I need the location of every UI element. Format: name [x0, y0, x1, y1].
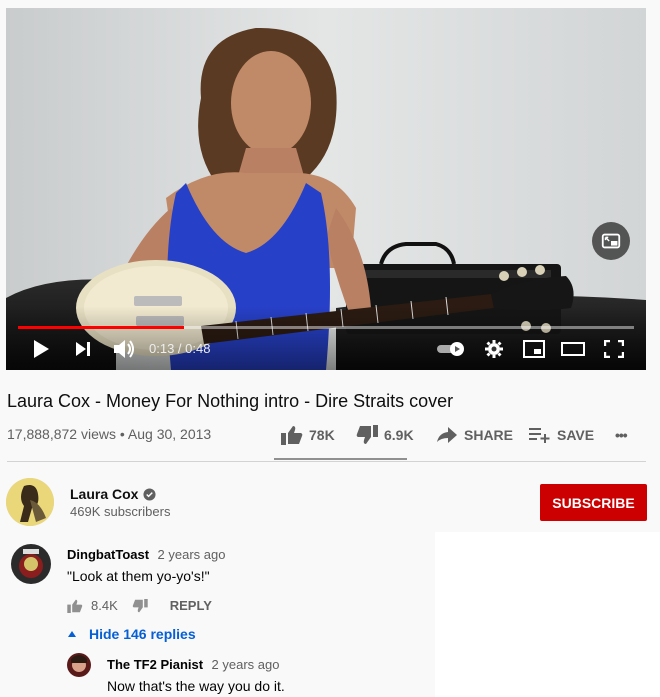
chevron-up-icon — [68, 631, 76, 637]
playlist-add-icon — [529, 428, 550, 443]
next-icon — [76, 342, 90, 356]
progress-bar[interactable] — [18, 326, 634, 329]
reply-timestamp[interactable]: 2 years ago — [212, 657, 280, 672]
volume-icon — [114, 340, 134, 358]
thumbs-down-icon — [356, 425, 378, 444]
dislike-button[interactable]: 6.9K — [356, 422, 414, 448]
comment-header: DingbatToast 2 years ago — [67, 546, 225, 564]
reply-avatar-image — [67, 653, 91, 677]
comment-text: "Look at them yo-yo's!" — [67, 568, 210, 584]
settings-button[interactable] — [479, 334, 509, 364]
video-title: Laura Cox - Money For Nothing intro - Di… — [7, 391, 454, 411]
thumbs-up-icon — [281, 426, 303, 445]
hide-replies-label: Hide 146 replies — [89, 626, 196, 642]
more-icon: ••• — [615, 427, 628, 443]
comment-dislike-button[interactable] — [132, 598, 148, 613]
channel-name: Laura Cox — [70, 486, 139, 502]
comment-like-count: 8.4K — [91, 598, 118, 613]
theater-mode-button[interactable] — [558, 334, 588, 364]
controls-gradient — [6, 306, 646, 370]
fullscreen-button[interactable] — [599, 334, 629, 364]
like-button[interactable]: 78K — [281, 422, 335, 448]
video-player[interactable]: 0:13 / 0:48 — [6, 8, 646, 370]
miniplayer-control-icon — [523, 340, 545, 358]
comment-actions: 8.4K REPLY — [67, 598, 212, 613]
time-display: 0:13 / 0:48 — [149, 341, 211, 356]
play-button[interactable] — [26, 334, 56, 364]
fullscreen-icon — [604, 340, 624, 358]
more-actions-button[interactable]: ••• — [615, 422, 628, 448]
comment-avatar-image — [11, 544, 51, 584]
upload-date: Aug 30, 2013 — [127, 426, 212, 442]
share-label: SHARE — [464, 427, 514, 443]
like-count: 78K — [309, 427, 335, 443]
channel-avatar[interactable] — [6, 478, 54, 526]
reply-text: Now that's the way you do it. — [107, 678, 285, 694]
side-blank-area — [435, 532, 660, 697]
channel-avatar-image — [6, 478, 54, 526]
reply-author[interactable]: The TF2 Pianist — [107, 657, 203, 672]
verified-badge-icon — [143, 487, 157, 501]
share-icon — [437, 427, 457, 443]
play-icon — [34, 340, 49, 358]
comment-avatar[interactable] — [11, 544, 51, 584]
next-button[interactable] — [68, 334, 98, 364]
subscriber-count: 469K subscribers — [70, 504, 171, 519]
miniplayer-control-button[interactable] — [519, 334, 549, 364]
comment-timestamp[interactable]: 2 years ago — [158, 547, 226, 562]
save-button[interactable]: SAVE — [529, 422, 594, 448]
divider — [7, 461, 646, 462]
reply-avatar[interactable] — [67, 653, 91, 677]
gear-icon — [485, 340, 503, 358]
comment-like-button[interactable] — [67, 599, 83, 613]
share-button[interactable]: SHARE — [436, 422, 513, 448]
subscribe-button[interactable]: SUBSCRIBE — [540, 484, 647, 521]
channel-name-row[interactable]: Laura Cox — [70, 486, 157, 502]
theater-mode-icon — [561, 342, 585, 356]
like-dislike-ratio-bar — [274, 458, 407, 460]
view-count-and-date: 17,888,872 views • Aug 30, 2013 — [7, 426, 211, 442]
thumbs-up-icon — [67, 599, 83, 613]
comment-author[interactable]: DingbatToast — [67, 547, 149, 562]
reply-header: The TF2 Pianist 2 years ago — [107, 656, 279, 674]
autoplay-toggle[interactable] — [434, 334, 468, 364]
view-count: 17,888,872 views — [7, 426, 116, 442]
progress-bar-played — [18, 326, 185, 329]
save-label: SAVE — [557, 427, 595, 443]
thumbs-down-icon — [132, 598, 148, 612]
miniplayer-icon — [601, 233, 621, 249]
hide-replies-button[interactable]: Hide 146 replies — [67, 626, 196, 642]
miniplayer-button[interactable] — [592, 222, 630, 260]
volume-button[interactable] — [109, 334, 139, 364]
dislike-count: 6.9K — [384, 427, 414, 443]
meta-separator: • — [119, 426, 125, 442]
autoplay-toggle-icon — [437, 342, 464, 356]
reply-button[interactable]: REPLY — [170, 598, 212, 613]
